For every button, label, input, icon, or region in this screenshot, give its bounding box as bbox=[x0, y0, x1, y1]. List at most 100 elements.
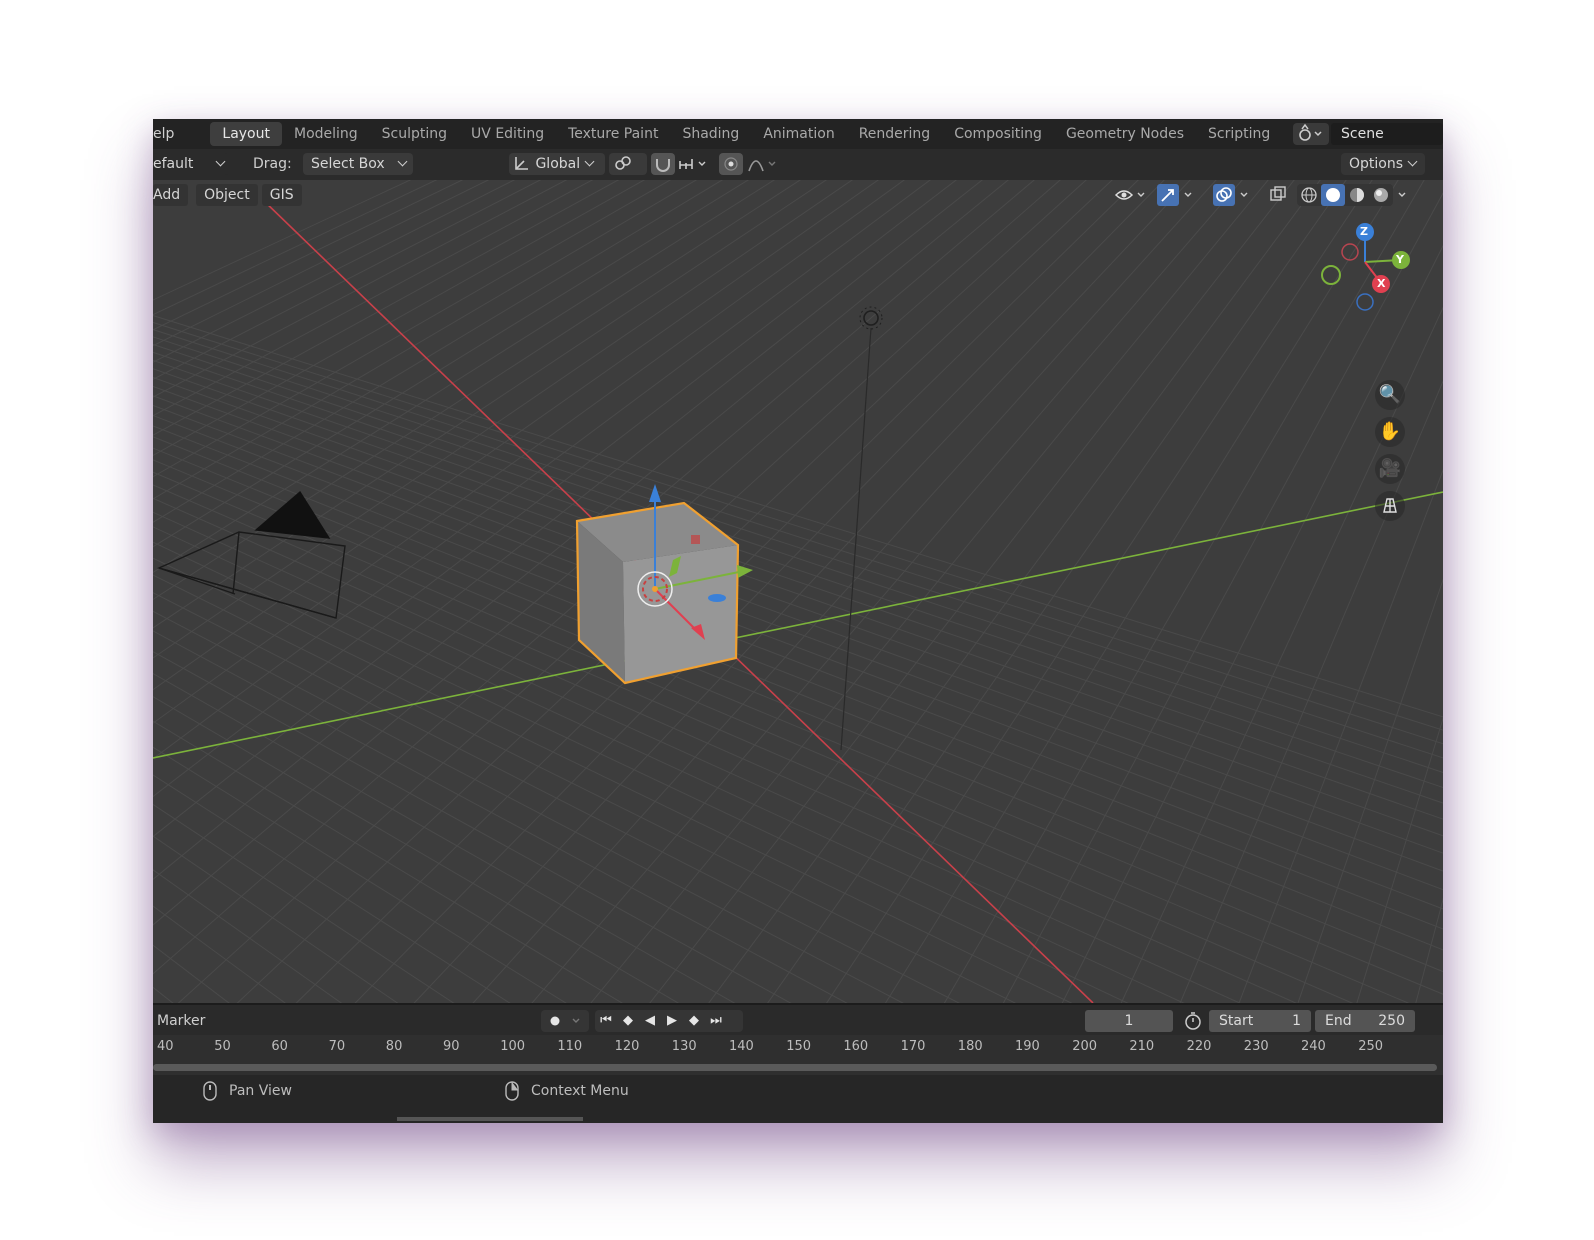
pivot-point-dropdown[interactable] bbox=[609, 153, 647, 175]
drag-select-dropdown[interactable]: Select Box bbox=[303, 153, 413, 175]
rendered-shading-button[interactable] bbox=[1369, 184, 1393, 206]
timeline-ruler[interactable]: 40 50 60 70 80 90 100 110 120 130 140 150 160 170 180 1… bbox=[153, 1035, 1443, 1061]
start-frame-field[interactable]: Start 1 bbox=[1209, 1010, 1311, 1032]
gizmo-y-label: Y bbox=[1396, 253, 1404, 266]
gis-menu[interactable]: GIS bbox=[261, 184, 302, 206]
jump-end-icon[interactable]: ⏭ bbox=[705, 1010, 727, 1032]
timeline-header: Marker ⏮ ◆ ◀ ▶ ◆ ⏭ 1 Start 1 End 250 bbox=[153, 1003, 1443, 1037]
frame-tick-label: 40 bbox=[157, 1039, 174, 1054]
tab-geometry-nodes[interactable]: Geometry Nodes bbox=[1054, 122, 1196, 146]
transform-pivot-dropdown[interactable]: efault bbox=[153, 153, 229, 175]
frame-tick-label: 250 bbox=[1358, 1039, 1384, 1054]
hand-icon: ✋ bbox=[1378, 421, 1402, 442]
frame-tick-label: 100 bbox=[500, 1039, 526, 1054]
3d-viewport[interactable]: Z Y X 🔍 ✋ 🎥 bbox=[153, 180, 1443, 1003]
orientation-value: Global bbox=[535, 156, 581, 172]
tab-uv-editing[interactable]: UV Editing bbox=[459, 122, 556, 146]
zoom-view-button[interactable]: 🔍 bbox=[1375, 380, 1405, 410]
tab-sculpting[interactable]: Sculpting bbox=[370, 122, 459, 146]
auto-keying-toggle[interactable] bbox=[541, 1010, 589, 1032]
frame-tick-label: 190 bbox=[1015, 1039, 1040, 1054]
timeline-scrollbar[interactable] bbox=[153, 1061, 1443, 1075]
frame-tick-label: 70 bbox=[328, 1039, 346, 1054]
falloff-curve-icon bbox=[748, 160, 776, 172]
grid-perspective-icon bbox=[1383, 498, 1397, 513]
gizmo-x-label: X bbox=[1377, 277, 1386, 290]
pan-view-button[interactable]: ✋ bbox=[1375, 417, 1405, 447]
chevron-down-icon bbox=[397, 156, 408, 167]
options-label: Options bbox=[1349, 156, 1404, 172]
next-keyframe-icon[interactable]: ◆ bbox=[683, 1010, 705, 1032]
frame-tick-label: 150 bbox=[786, 1039, 812, 1054]
status-progress-strip bbox=[397, 1117, 583, 1121]
marker-menu[interactable]: Marker bbox=[157, 1013, 205, 1029]
frame-tick-label: 110 bbox=[557, 1039, 583, 1054]
frame-tick-label: 140 bbox=[729, 1039, 754, 1054]
shading-dropdown[interactable] bbox=[1395, 184, 1411, 206]
tab-compositing[interactable]: Compositing bbox=[942, 122, 1054, 146]
chevron-down-icon bbox=[1407, 156, 1418, 167]
falloff-dropdown[interactable] bbox=[747, 153, 783, 175]
object-menu[interactable]: Object bbox=[196, 184, 258, 206]
snap-toggle[interactable] bbox=[651, 153, 675, 175]
gizmo-dropdown[interactable] bbox=[1181, 184, 1197, 206]
frame-tick-label: 200 bbox=[1072, 1039, 1098, 1054]
gizmo-toggle[interactable] bbox=[1157, 184, 1179, 206]
scene-icon bbox=[1299, 123, 1322, 141]
record-dot-icon bbox=[550, 1016, 580, 1026]
proportional-editing-toggle[interactable] bbox=[719, 153, 743, 175]
frame-tick-label: 210 bbox=[1129, 1039, 1155, 1054]
chevron-down-icon bbox=[215, 156, 226, 167]
context-menu-hint: Context Menu bbox=[531, 1083, 629, 1099]
frame-tick-label: 180 bbox=[957, 1039, 983, 1054]
chevron-down-icon bbox=[1240, 192, 1248, 197]
stopwatch-icon bbox=[1185, 1012, 1201, 1030]
tab-layout[interactable]: Layout bbox=[210, 122, 282, 146]
play-reverse-icon[interactable]: ◀ bbox=[639, 1010, 661, 1032]
scene-selector-button[interactable] bbox=[1293, 123, 1329, 145]
tab-rendering[interactable]: Rendering bbox=[847, 122, 943, 146]
viewport-scene bbox=[153, 180, 1443, 1003]
mode-label: efault bbox=[153, 156, 194, 172]
shading-mode-group bbox=[1297, 184, 1393, 206]
frame-tick-label: 60 bbox=[271, 1039, 288, 1054]
tab-scripting[interactable]: Scripting bbox=[1196, 122, 1282, 146]
play-icon[interactable]: ▶ bbox=[661, 1010, 683, 1032]
tool-header: efault Drag: Select Box Global Options bbox=[153, 149, 1443, 180]
snap-target-dropdown[interactable] bbox=[677, 153, 713, 175]
tab-modeling[interactable]: Modeling bbox=[282, 122, 370, 146]
wireframe-shading-button[interactable] bbox=[1297, 184, 1321, 206]
overlays-dropdown[interactable] bbox=[1237, 184, 1253, 206]
options-dropdown[interactable]: Options bbox=[1341, 153, 1425, 175]
tab-animation[interactable]: Animation bbox=[751, 122, 846, 146]
preview-range-toggle[interactable] bbox=[1179, 1010, 1207, 1032]
start-value: 1 bbox=[1292, 1013, 1301, 1029]
default-cube[interactable] bbox=[575, 501, 740, 685]
frame-tick-label: 240 bbox=[1301, 1039, 1326, 1054]
visibility-dropdown[interactable] bbox=[1113, 184, 1149, 206]
solid-shading-button[interactable] bbox=[1321, 184, 1345, 206]
prev-keyframe-icon[interactable]: ◆ bbox=[617, 1010, 639, 1032]
gizmo-arrow-icon bbox=[1161, 189, 1174, 202]
add-menu[interactable]: Add bbox=[153, 184, 189, 206]
camera-view-button[interactable]: 🎥 bbox=[1375, 454, 1405, 484]
current-frame-field[interactable]: 1 bbox=[1085, 1010, 1173, 1032]
tab-texture-paint[interactable]: Texture Paint bbox=[556, 122, 670, 146]
frame-tick-label: 170 bbox=[900, 1039, 926, 1054]
eye-icon bbox=[1114, 190, 1145, 200]
frame-tick-label: 230 bbox=[1243, 1039, 1269, 1054]
transform-orientation-dropdown[interactable]: Global bbox=[509, 153, 605, 175]
frame-tick-label: 50 bbox=[214, 1039, 231, 1054]
scene-name-field[interactable]: Scene bbox=[1331, 123, 1443, 145]
help-menu[interactable]: elp bbox=[153, 123, 182, 145]
end-frame-field[interactable]: End 250 bbox=[1315, 1010, 1415, 1032]
xray-toggle[interactable] bbox=[1267, 184, 1289, 206]
jump-start-icon[interactable]: ⏮ bbox=[595, 1010, 617, 1032]
magnet-icon bbox=[656, 159, 670, 172]
tab-shading[interactable]: Shading bbox=[670, 122, 751, 146]
drag-value: Select Box bbox=[311, 156, 385, 172]
material-shading-button[interactable] bbox=[1345, 184, 1369, 206]
overlays-toggle[interactable] bbox=[1213, 184, 1235, 206]
scrollbar-thumb[interactable] bbox=[153, 1064, 1437, 1071]
ortho-toggle-button[interactable] bbox=[1375, 491, 1405, 521]
